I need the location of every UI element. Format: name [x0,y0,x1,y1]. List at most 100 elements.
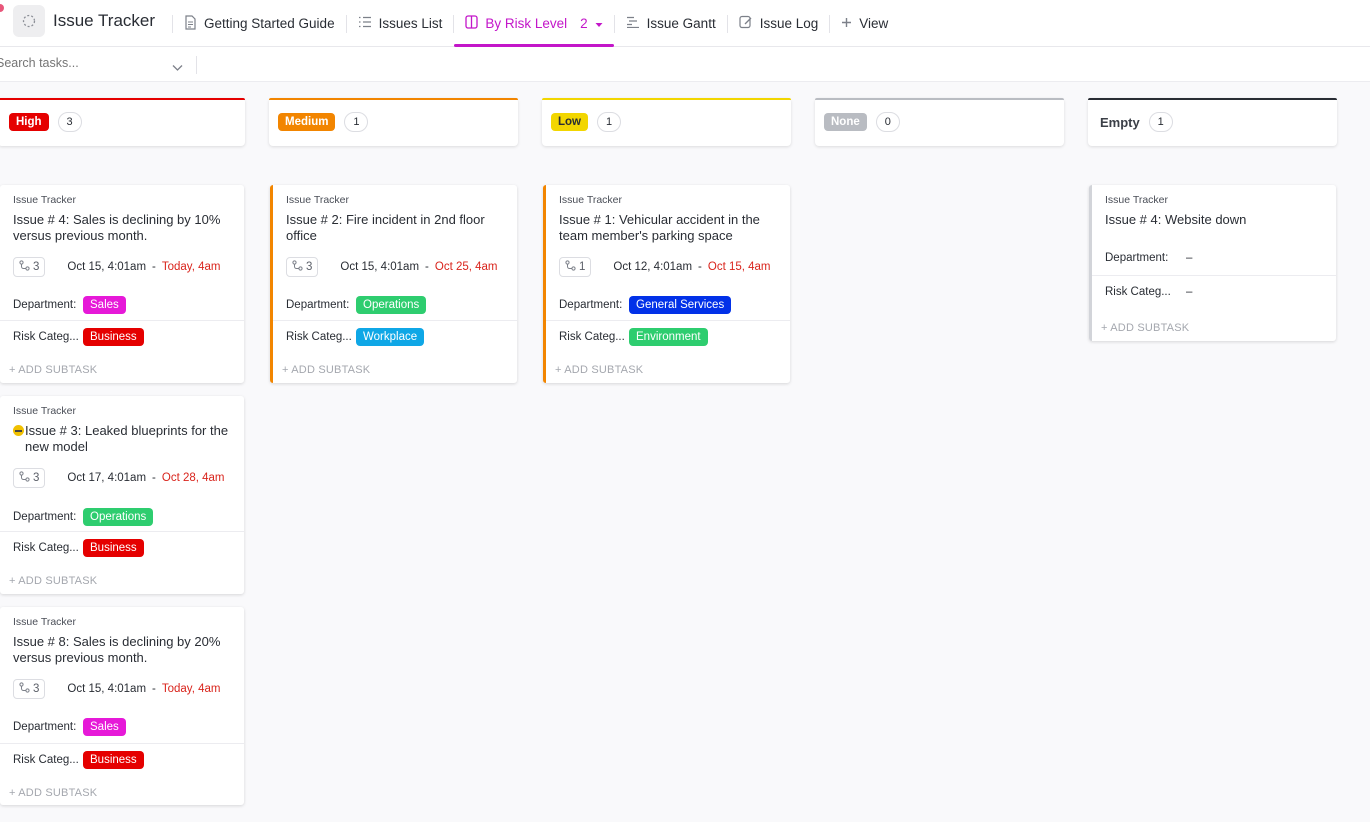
risk-category-tag[interactable]: Business [83,751,144,769]
due-date[interactable]: Oct 15, 4am [708,261,771,273]
card-meta: 3 Oct 15, 4:01am - Oct 25, 4am [286,257,498,277]
department-tag[interactable]: Operations [356,296,427,314]
subtask-count-button[interactable]: 3 [13,257,46,277]
start-date[interactable]: Oct 15, 4:01am [67,261,146,273]
card-title[interactable]: Issue # 2: Fire incident in 2nd floor of… [286,212,508,244]
add-subtask-button[interactable]: + ADD SUBTASK [9,364,97,376]
subtask-count-button[interactable]: 3 [13,468,46,488]
card-list-name: Issue Tracker [286,194,350,206]
search-input[interactable] [0,56,176,70]
column-count: 1 [1148,112,1173,132]
task-card[interactable]: Issue Tracker Issue # 1: Vehicular accid… [543,185,790,383]
task-card[interactable]: Issue Tracker Issue # 4: Website down De… [1089,185,1336,341]
divider [273,320,517,321]
tab-label: View [859,16,889,31]
department-value[interactable]: – [1186,252,1192,264]
gantt-icon [626,16,640,31]
view-tabs: Getting Started Guide Issues List By Ris… [172,0,899,47]
date-separator: - [698,261,702,273]
add-subtask-button[interactable]: + ADD SUBTASK [282,364,370,376]
start-date[interactable]: Oct 17, 4:01am [67,472,146,484]
risk-category-tag[interactable]: Business [83,328,144,346]
risk-category-tag[interactable]: Business [83,539,144,557]
top-bar: Issue Tracker Getting Started Guide Issu… [0,0,1370,47]
department-tag[interactable]: Operations [83,508,154,526]
add-subtask-button[interactable]: + ADD SUBTASK [9,787,97,799]
add-subtask-button[interactable]: + ADD SUBTASK [9,575,97,587]
add-subtask-button[interactable]: + ADD SUBTASK [555,364,643,376]
column-header-medium[interactable]: Medium 1 [269,98,518,146]
risk-category-field: Risk Categ... – [1105,286,1192,298]
department-field: Department: General Services [559,296,732,314]
subtask-icon [19,682,30,696]
field-label: Risk Categ... [13,542,79,554]
subtask-count-button[interactable]: 3 [13,679,46,699]
date-separator: - [425,261,429,273]
start-date[interactable]: Oct 12, 4:01am [613,261,692,273]
task-card[interactable]: Issue Tracker Issue # 4: Sales is declin… [0,185,244,383]
due-date[interactable]: Today, 4am [162,261,221,273]
add-view-button[interactable]: View [830,0,899,47]
field-label: Department: [559,299,623,311]
department-field: Department: Sales [13,718,126,736]
due-date[interactable]: Oct 28, 4am [162,472,225,484]
status-badge: Low [551,113,588,131]
status-badge: High [9,113,49,131]
department-field: Department: Sales [13,296,126,314]
caret-down-icon[interactable] [595,16,603,31]
date-separator: - [152,472,156,484]
tab-label: Issues List [378,16,443,31]
department-tag[interactable]: Sales [83,296,126,314]
field-label: Department: [13,721,77,733]
field-label: Department: [1105,252,1169,264]
divider [1092,275,1336,276]
tab-label: Getting Started Guide [204,16,335,31]
task-card[interactable]: Issue Tracker Issue # 8: Sales is declin… [0,607,244,805]
risk-category-tag[interactable]: Workplace [356,328,425,346]
risk-category-field: Risk Categ... Business [13,539,144,557]
tab-issue-log[interactable]: Issue Log [728,0,830,47]
chevron-down-icon[interactable] [172,59,183,77]
tab-by-risk-level[interactable]: By Risk Level 2 [454,0,614,47]
column-color-bar [1088,98,1337,100]
risk-category-field: Risk Categ... Business [13,328,144,346]
due-date[interactable]: Oct 25, 4am [435,261,498,273]
card-title[interactable]: Issue # 8: Sales is declining by 20% ver… [13,634,235,666]
card-meta: 3 Oct 17, 4:01am - Oct 28, 4am [13,468,225,488]
subtask-count-button[interactable]: 1 [559,257,592,277]
divider [0,743,244,744]
tab-issue-gantt[interactable]: Issue Gantt [615,0,727,47]
date-separator: - [152,261,156,273]
column-count: 1 [344,112,369,132]
department-field: Department: Operations [286,296,427,314]
card-title[interactable]: Issue # 4: Website down [1105,212,1327,228]
task-card[interactable]: Issue Tracker Issue # 3: Leaked blueprin… [0,396,244,594]
space-icon[interactable] [13,5,45,37]
card-title[interactable]: Issue # 4: Sales is declining by 10% ver… [13,212,235,244]
due-date[interactable]: Today, 4am [162,683,221,695]
start-date[interactable]: Oct 15, 4:01am [67,683,146,695]
risk-category-tag[interactable]: Environment [629,328,708,346]
subtask-count-button[interactable]: 3 [286,257,319,277]
card-meta: 3 Oct 15, 4:01am - Today, 4am [13,257,220,277]
risk-category-value[interactable]: – [1186,286,1192,298]
column-color-bar [542,98,791,100]
task-card[interactable]: Issue Tracker Issue # 2: Fire incident i… [270,185,517,383]
card-title[interactable]: Issue # 3: Leaked blueprints for the new… [25,423,235,455]
field-label: Department: [13,299,77,311]
department-tag[interactable]: Sales [83,718,126,736]
column-header-low[interactable]: Low 1 [542,98,791,146]
tab-getting-started-guide[interactable]: Getting Started Guide [173,0,346,47]
column-header-none[interactable]: None 0 [815,98,1064,146]
department-tag[interactable]: General Services [629,296,732,314]
column-header-empty[interactable]: Empty 1 [1088,98,1337,146]
card-title-row[interactable]: Issue # 3: Leaked blueprints for the new… [13,423,235,455]
subtask-icon [19,471,30,485]
card-title[interactable]: Issue # 1: Vehicular accident in the tea… [559,212,781,244]
field-label: Department: [13,511,77,523]
card-list-name: Issue Tracker [559,194,623,206]
column-header-high[interactable]: High 3 [0,98,245,146]
add-subtask-button[interactable]: + ADD SUBTASK [1101,322,1189,334]
tab-issues-list[interactable]: Issues List [347,0,454,47]
start-date[interactable]: Oct 15, 4:01am [340,261,419,273]
